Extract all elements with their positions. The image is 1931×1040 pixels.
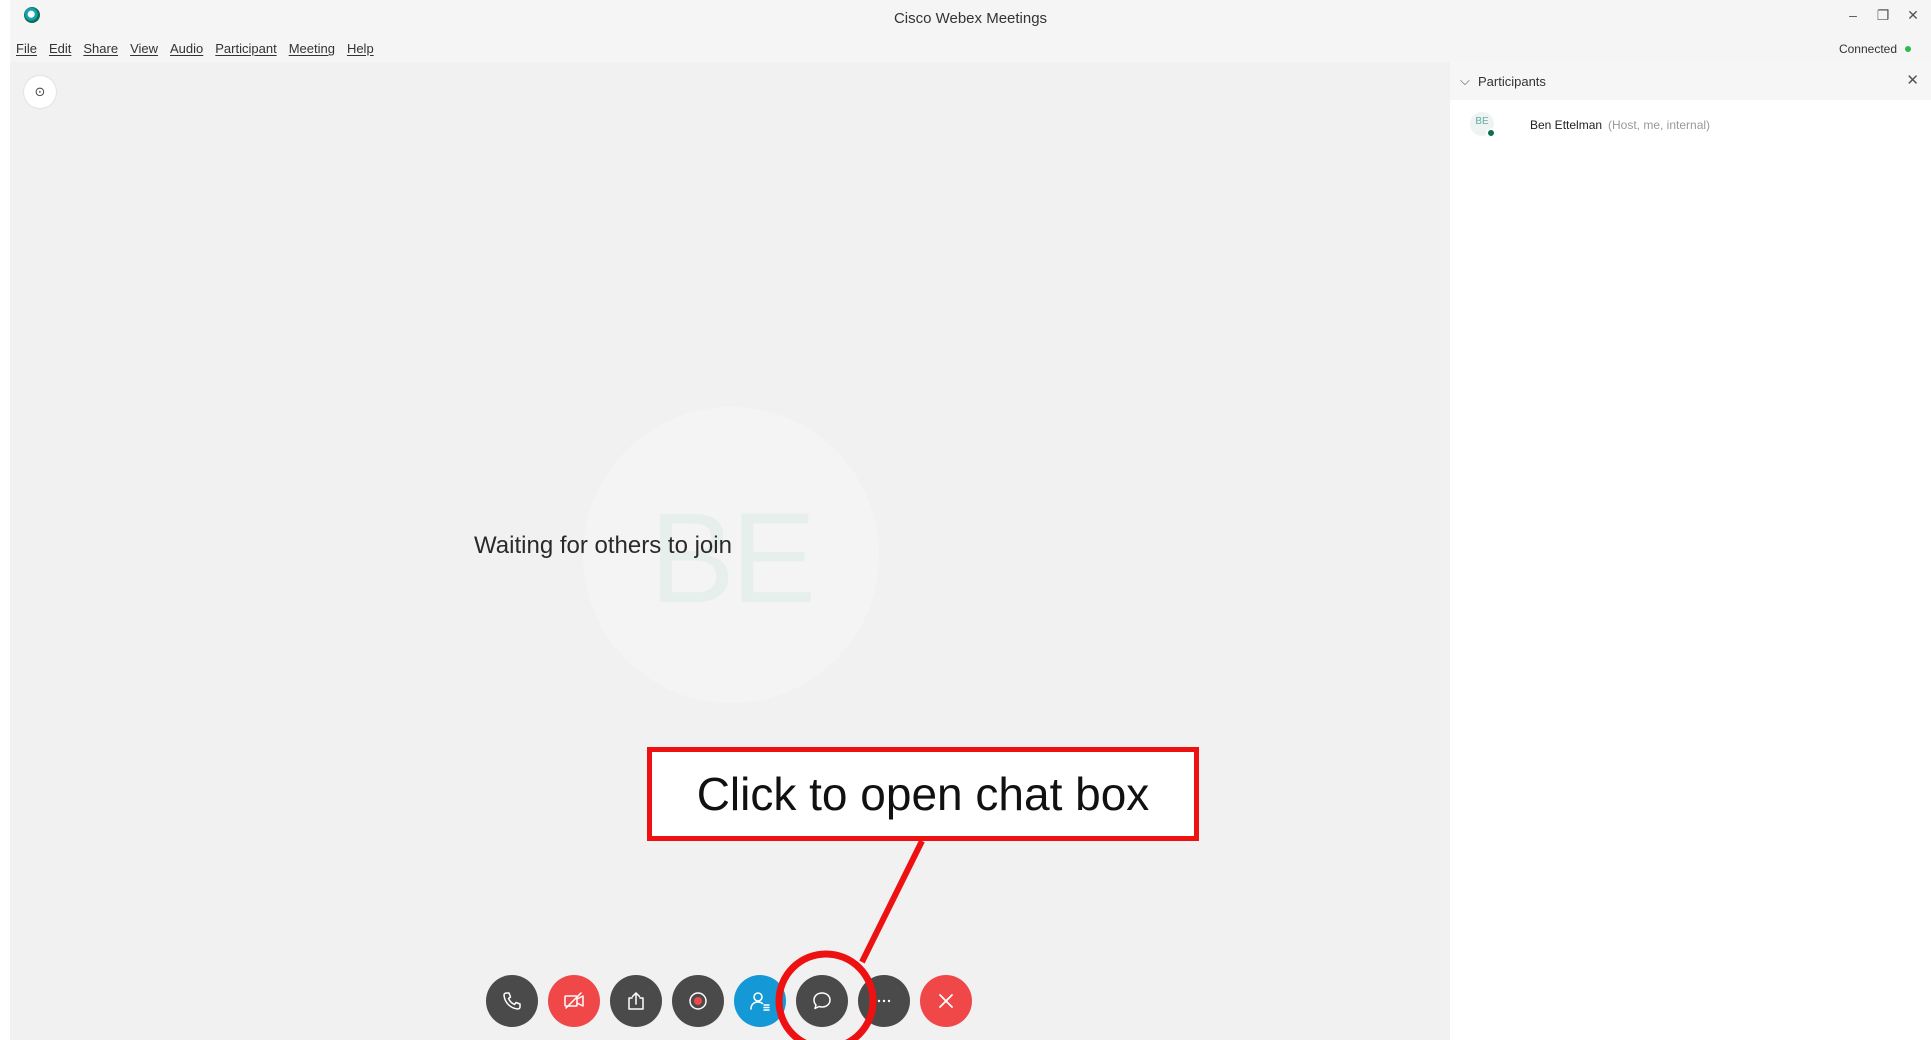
- participants-panel-title: Participants: [1478, 74, 1546, 89]
- list-item[interactable]: BE Ben Ettelman (Host, me, internal): [1450, 106, 1931, 142]
- minimize-button[interactable]: –: [1845, 6, 1861, 24]
- meeting-stage: ⊙ BE Waiting for others to join: [10, 62, 1450, 1040]
- menu-participant[interactable]: Participant: [215, 41, 276, 56]
- menu-view[interactable]: View: [130, 41, 158, 56]
- menu-items: File Edit Share View Audio Participant M…: [16, 41, 374, 56]
- phone-icon: [503, 992, 521, 1010]
- meeting-controls: [486, 975, 972, 1027]
- chat-button[interactable]: [796, 975, 848, 1027]
- video-button[interactable]: [548, 975, 600, 1027]
- menu-help[interactable]: Help: [347, 41, 374, 56]
- menu-audio[interactable]: Audio: [170, 41, 203, 56]
- participant-name: Ben Ettelman: [1530, 118, 1603, 132]
- share-icon: [628, 992, 644, 1010]
- close-icon: [939, 994, 953, 1008]
- participants-button[interactable]: [734, 975, 786, 1027]
- connection-status-dot: [1905, 46, 1911, 52]
- more-icon: [877, 999, 891, 1003]
- waiting-message-text: Waiting for others to join: [474, 532, 732, 559]
- menu-share[interactable]: Share: [83, 41, 118, 56]
- participants-panel: ⌵ Participants ✕ BE Ben Ettelman (Host, …: [1450, 62, 1931, 1040]
- video-off-icon: [564, 992, 584, 1009]
- connection-status-label: Connected: [1838, 42, 1897, 56]
- window-title: Cisco Webex Meetings: [893, 10, 1048, 27]
- record-icon: [689, 992, 707, 1010]
- annotation-callout: Click to open chat box: [647, 747, 1199, 841]
- leave-button[interactable]: [920, 975, 972, 1027]
- participants-icon: [750, 992, 770, 1011]
- menu-file[interactable]: File: [16, 41, 37, 56]
- record-button[interactable]: [672, 975, 724, 1027]
- presence-badge-icon: [1486, 128, 1496, 138]
- participants-panel-header: ⌵ Participants ✕: [1450, 62, 1931, 100]
- chevron-down-icon[interactable]: ⌵: [1460, 73, 1470, 89]
- menu-meeting[interactable]: Meeting: [289, 41, 335, 56]
- waiting-message: Waiting for others to join: [10, 532, 1180, 560]
- menu-bar: File Edit Share View Audio Participant M…: [10, 36, 1931, 62]
- audio-button[interactable]: [486, 975, 538, 1027]
- menu-edit[interactable]: Edit: [49, 41, 71, 56]
- restore-button[interactable]: ❐: [1875, 6, 1891, 24]
- connection-status: Connected: [1839, 42, 1911, 56]
- window-controls: – ❐ ✕: [1845, 6, 1921, 24]
- share-button[interactable]: [610, 975, 662, 1027]
- close-panel-button[interactable]: ✕: [1906, 71, 1919, 89]
- close-window-button[interactable]: ✕: [1905, 6, 1921, 24]
- webex-window: Cisco Webex Meetings – ❐ ✕ File Edit Sha…: [0, 0, 1931, 1040]
- participant-role: (Host, me, internal): [1608, 118, 1711, 132]
- more-button[interactable]: [858, 975, 910, 1027]
- title-bar: Cisco Webex Meetings – ❐ ✕: [10, 0, 1931, 36]
- chat-icon: [813, 992, 831, 1010]
- meeting-info-button[interactable]: ⊙: [24, 76, 56, 108]
